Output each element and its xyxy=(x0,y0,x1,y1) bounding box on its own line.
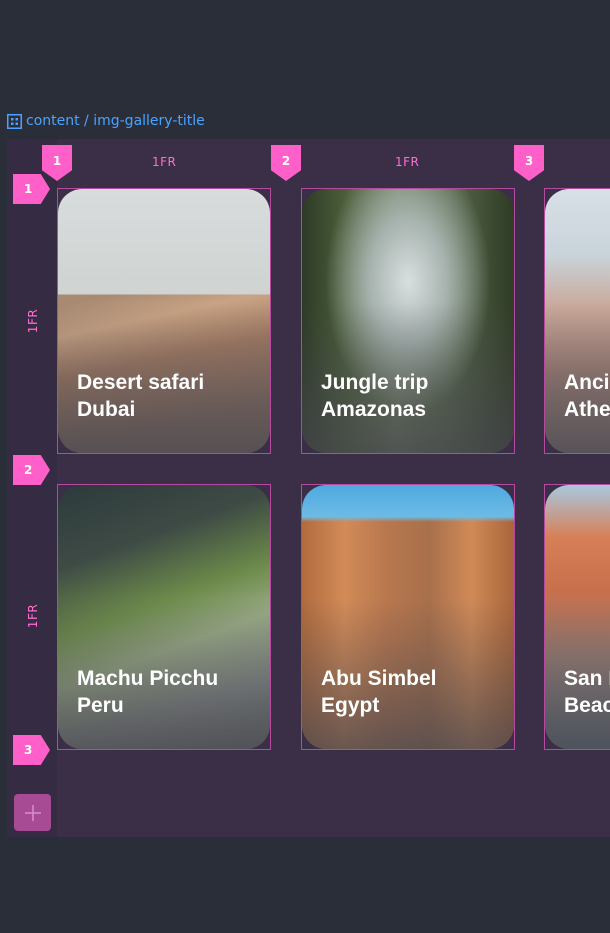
gallery-card[interactable]: San RemoBeach xyxy=(544,484,610,750)
card-image: Abu Simbel Egypt xyxy=(302,485,514,749)
column-track-label[interactable]: 1FR xyxy=(395,155,419,169)
gallery-card[interactable]: Abu Simbel Egypt xyxy=(301,484,515,750)
card-title: Machu Picchu Peru xyxy=(77,667,219,717)
card-image: Machu Picchu Peru xyxy=(58,485,270,749)
gallery-card[interactable]: Machu Picchu Peru xyxy=(57,484,271,750)
grid-editor-panel: 1FR 1FR 1FR 1FR Desert safari Dubai Jungl… xyxy=(7,139,610,837)
card-image: Jungle trip Amazonas xyxy=(302,189,514,453)
column-line-marker[interactable]: 3 xyxy=(514,145,544,181)
gallery-card[interactable]: AncientAthens xyxy=(544,188,610,454)
card-image: AncientAthens xyxy=(545,189,610,453)
card-image: San RemoBeach xyxy=(545,485,610,749)
row-track-rail xyxy=(7,139,57,837)
card-title: Desert safari Dubai xyxy=(77,371,205,421)
row-track-label[interactable]: 1FR xyxy=(26,309,40,333)
card-title: Jungle trip Amazonas xyxy=(321,371,429,421)
plus-icon xyxy=(24,804,41,821)
breadcrumb[interactable]: content / img-gallery-title xyxy=(7,112,205,130)
breadcrumb-path[interactable]: content / img-gallery-title xyxy=(26,113,205,129)
gallery-card[interactable]: Desert safari Dubai xyxy=(57,188,271,454)
card-title: AncientAthens xyxy=(564,371,610,421)
card-title: San RemoBeach xyxy=(564,667,610,717)
card-title: Abu Simbel Egypt xyxy=(321,667,437,717)
row-track-label[interactable]: 1FR xyxy=(26,604,40,628)
gallery-card[interactable]: Jungle trip Amazonas xyxy=(301,188,515,454)
add-row-button[interactable] xyxy=(14,794,51,831)
column-track-label[interactable]: 1FR xyxy=(152,155,176,169)
column-line-marker[interactable]: 2 xyxy=(271,145,301,181)
grid-icon xyxy=(7,113,22,129)
card-image: Desert safari Dubai xyxy=(58,189,270,453)
